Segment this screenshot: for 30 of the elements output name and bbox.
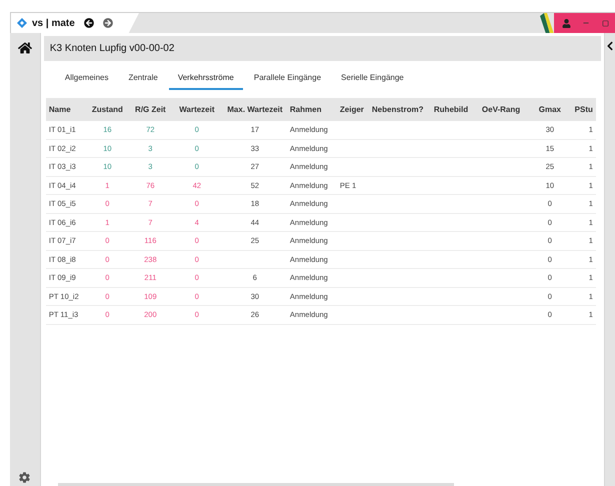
tab[interactable]: Verkehrsströme [168,70,243,90]
home-icon[interactable] [18,41,32,55]
column-header[interactable]: Ruhebild [434,104,482,116]
horizontal-scrollbar[interactable] [58,483,454,486]
stripes-icon [540,13,554,34]
app-tab-title: vs | mate [32,16,75,30]
user-icon[interactable] [562,18,571,28]
settings-icon[interactable] [18,471,32,484]
page-title: K3 Knoten Lupfig v00-00-02 [50,42,174,56]
tab[interactable]: Parallele Eingänge [244,70,330,90]
tab[interactable]: Serielle Eingänge [332,70,413,90]
column-header[interactable]: OeV-Rang [482,104,532,116]
column-header[interactable]: Rahmen [288,104,336,116]
column-header[interactable]: Name [46,104,86,116]
column-header[interactable]: PStu [568,104,596,116]
column-header[interactable]: Max. Wartezeit [222,104,288,116]
column-header[interactable]: Gmax [532,104,568,116]
column-header[interactable]: R/G Zeit [128,104,172,116]
diamond-logo-icon [17,18,27,28]
column-header[interactable]: Wartezeit [172,104,222,116]
tab[interactable]: Allgemeines [56,70,118,90]
column-header[interactable]: Zeiger [336,104,372,116]
column-header[interactable]: Zustand [86,104,129,116]
back-icon[interactable] [84,18,94,28]
forward-icon[interactable] [102,18,113,28]
tab[interactable]: Zentrale [119,70,167,90]
maximize-icon[interactable] [602,20,610,26]
collapse-icon[interactable] [605,41,615,51]
app-tab[interactable]: vs | mate [11,13,139,33]
column-header[interactable]: Nebenstrom? [372,104,434,116]
